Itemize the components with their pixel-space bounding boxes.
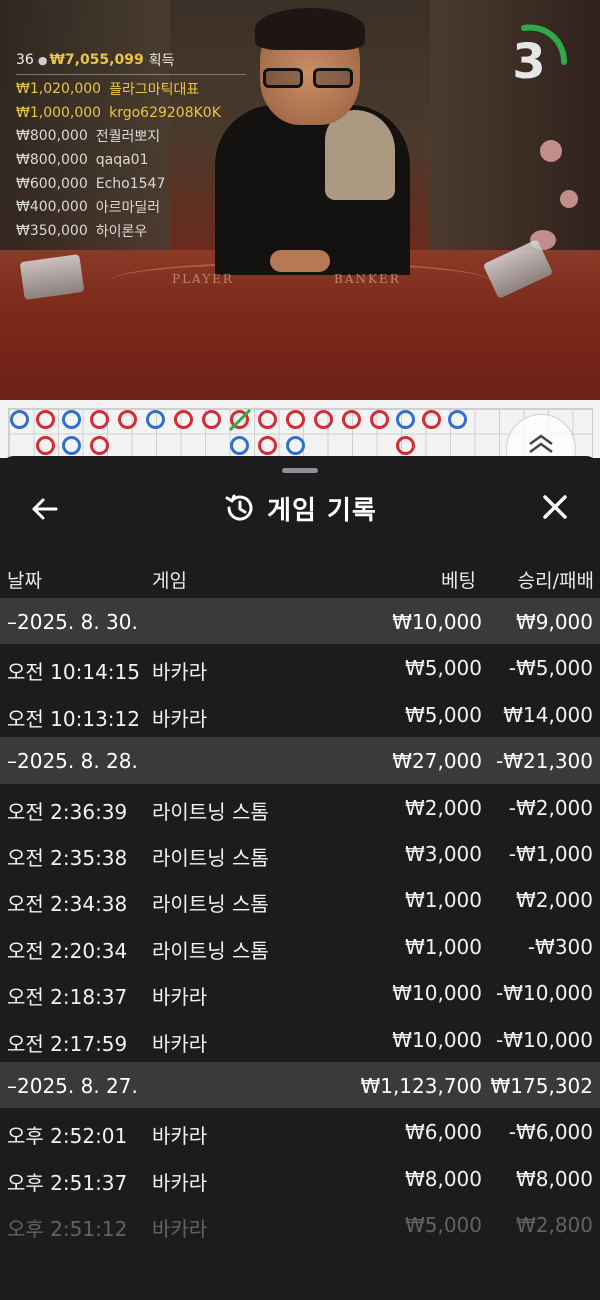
close-button[interactable]	[538, 490, 572, 524]
road-bead-player	[230, 436, 249, 455]
column-result: 승리/패배	[517, 570, 594, 592]
road-bead-player	[62, 410, 81, 429]
winner-row: ₩1,000,000 krgo629208K0K	[16, 104, 221, 121]
live-video-stream: PLAYER BANKER 36 ● ₩7,055,099 획득 ₩1,020,…	[0, 0, 600, 400]
chevron-up-icon	[529, 434, 553, 454]
date-group-row[interactable]: –2025. 8. 30. ₩10,000 ₩9,000	[0, 598, 600, 645]
tie-slash-icon	[228, 408, 252, 432]
date-group-row[interactable]: –2025. 8. 28. ₩27,000 -₩21,300	[0, 737, 600, 784]
table-row[interactable]: 오전 10:13:12 바카라 ₩5,000 ₩14,000	[0, 691, 600, 737]
person-icon: ●	[37, 53, 48, 67]
road-bead-banker	[422, 410, 441, 429]
road-bead-banker	[118, 410, 137, 429]
sheet-drag-handle[interactable]	[282, 468, 318, 473]
winners-summary: 36 ● ₩7,055,099 획득	[16, 49, 246, 75]
winner-row: ₩400,000 아르마딜러	[16, 199, 161, 217]
road-bead-banker	[90, 436, 109, 455]
road-bead-banker	[314, 410, 333, 429]
winner-count: 36	[16, 52, 34, 68]
winner-row: ₩800,000 전퀄러뽀지	[16, 128, 161, 146]
table-row[interactable]: 오전 2:17:59 바카라 ₩10,000 -₩10,000	[0, 1016, 600, 1062]
history-table: –2025. 8. 30. ₩10,000 ₩9,000 오전 10:14:15…	[0, 598, 600, 1247]
road-bead-player	[146, 410, 165, 429]
winners-list: 36 ● ₩7,055,099 획득 ₩1,020,000 플라그마틱대표 ₩1,…	[16, 49, 246, 243]
table-row[interactable]: 오후 2:51:12 바카라 ₩5,000 ₩2,800	[0, 1201, 600, 1247]
table-row[interactable]: 오전 2:36:39 라이트닝 스톰 ₩2,000 -₩2,000	[0, 784, 600, 830]
winners-total: ₩7,055,099	[49, 52, 144, 68]
column-date: 날짜	[7, 570, 42, 592]
table-row[interactable]: 오후 2:52:01 바카라 ₩6,000 -₩6,000	[0, 1108, 600, 1154]
road-bead-banker	[396, 436, 415, 455]
road-bead-player	[396, 410, 415, 429]
blossom-decoration	[540, 140, 562, 162]
table-row[interactable]: 오전 10:14:15 바카라 ₩5,000 -₩5,000	[0, 644, 600, 690]
road-bead-banker	[90, 410, 109, 429]
table-row[interactable]: 오전 2:35:38 라이트닝 스톰 ₩3,000 -₩1,000	[0, 830, 600, 876]
sheet-header: 게임 기록	[0, 486, 600, 530]
date-group-row[interactable]: –2025. 8. 27. ₩1,123,700 ₩175,302	[0, 1061, 600, 1109]
sheet-title: 게임 기록	[267, 495, 377, 526]
winner-row: ₩1,020,000 플라그마틱대표	[16, 80, 200, 98]
road-bead-player	[286, 436, 305, 455]
blossom-decoration	[560, 190, 578, 208]
road-bead-banker	[258, 410, 277, 429]
bead-road	[0, 400, 600, 458]
road-bead-player	[62, 436, 81, 455]
game-history-sheet: 게임 기록 날짜 게임 베팅 승리/패배 –2025. 8. 30. ₩10,0…	[0, 456, 600, 1300]
felt-label-banker: BANKER	[334, 272, 401, 286]
road-bead-banker	[370, 410, 389, 429]
table-row[interactable]: 오후 2:51:37 바카라 ₩8,000 ₩8,000	[0, 1155, 600, 1201]
gain-label: 획득	[148, 53, 175, 69]
road-bead-banker	[36, 436, 55, 455]
table-row[interactable]: 오전 2:34:38 라이트닝 스톰 ₩1,000 ₩2,000	[0, 876, 600, 922]
felt-label-player: PLAYER	[172, 272, 234, 286]
road-bead-banker	[36, 410, 55, 429]
road-bead-player	[10, 410, 29, 429]
column-bet: 베팅	[441, 570, 476, 592]
winner-row: ₩350,000 하이론우	[16, 222, 148, 240]
winner-row: ₩800,000 qaqa01	[16, 151, 149, 168]
close-icon	[543, 495, 567, 519]
betting-countdown: 3	[494, 22, 572, 100]
road-bead-banker	[202, 410, 221, 429]
road-bead-banker	[174, 410, 193, 429]
table-header: 날짜 게임 베팅 승리/패배	[0, 558, 600, 598]
table-row[interactable]: 오전 2:20:34 라이트닝 스톰 ₩1,000 -₩300	[0, 923, 600, 969]
road-bead-banker	[258, 436, 277, 455]
road-bead-banker	[286, 410, 305, 429]
road-bead-banker	[342, 410, 361, 429]
winner-row: ₩600,000 Echo1547	[16, 175, 166, 192]
countdown-number: 3	[512, 34, 546, 90]
history-clock-icon	[225, 494, 253, 521]
road-bead-player	[448, 410, 467, 429]
column-game: 게임	[152, 570, 187, 592]
table-row[interactable]: 오전 2:18:37 바카라 ₩10,000 -₩10,000	[0, 969, 600, 1015]
